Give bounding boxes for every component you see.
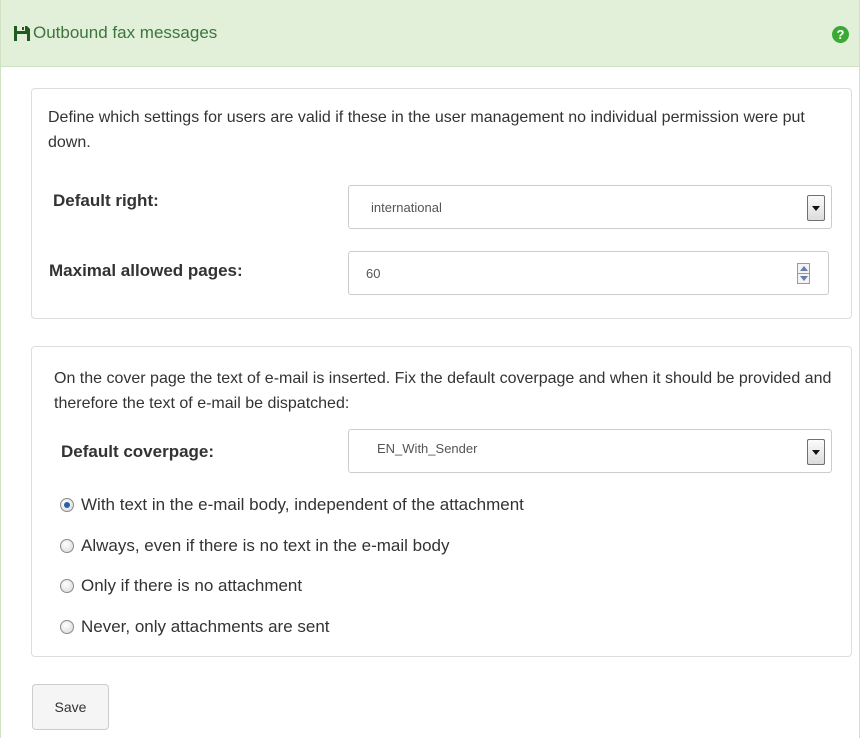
default-right-value: international — [371, 200, 442, 215]
radio-label: With text in the e-mail body, independen… — [81, 495, 524, 514]
default-right-label: Default right: — [53, 191, 159, 210]
default-right-select[interactable]: international — [348, 185, 832, 229]
radio-label: Always, even if there is no text in the … — [81, 536, 450, 555]
radio-label: Never, only attachments are sent — [81, 617, 330, 636]
save-button[interactable]: Save — [32, 684, 109, 730]
radio-button[interactable] — [60, 498, 74, 512]
number-spinner-icon[interactable] — [797, 263, 810, 284]
coverpage-option-no-attachment[interactable]: Only if there is no attachment — [60, 576, 302, 596]
radio-button[interactable] — [60, 579, 74, 593]
max-pages-value: 60 — [366, 266, 381, 281]
panel-title: Outbound fax messages — [33, 23, 218, 42]
coverpage-option-never[interactable]: Never, only attachments are sent — [60, 617, 330, 637]
default-settings-section: Define which settings for users are vali… — [31, 88, 852, 319]
coverpage-option-always-with-text[interactable]: With text in the e-mail body, independen… — [60, 495, 524, 515]
chevron-down-icon[interactable] — [807, 439, 825, 465]
default-settings-description: Define which settings for users are vali… — [48, 109, 805, 151]
coverpage-section: On the cover page the text of e-mail is … — [31, 346, 852, 657]
radio-button[interactable] — [60, 620, 74, 634]
radio-button[interactable] — [60, 539, 74, 553]
default-coverpage-value: EN_With_Sender — [377, 441, 478, 456]
outbound-fax-panel: Outbound fax messages ? Define which set… — [0, 0, 860, 738]
panel-heading: Outbound fax messages ? — [1, 0, 859, 67]
save-icon — [12, 23, 32, 43]
coverpage-description: On the cover page the text of e-mail is … — [54, 370, 832, 412]
question-circle-icon[interactable]: ? — [832, 26, 849, 43]
chevron-down-icon[interactable] — [807, 195, 825, 221]
coverpage-option-always[interactable]: Always, even if there is no text in the … — [60, 536, 450, 556]
default-coverpage-label: Default coverpage: — [61, 442, 215, 461]
default-coverpage-select[interactable]: EN_With_Sender — [348, 429, 832, 473]
max-pages-label: Maximal allowed pages: — [49, 261, 243, 280]
max-pages-input[interactable]: 60 — [348, 251, 829, 295]
radio-label: Only if there is no attachment — [81, 576, 303, 595]
